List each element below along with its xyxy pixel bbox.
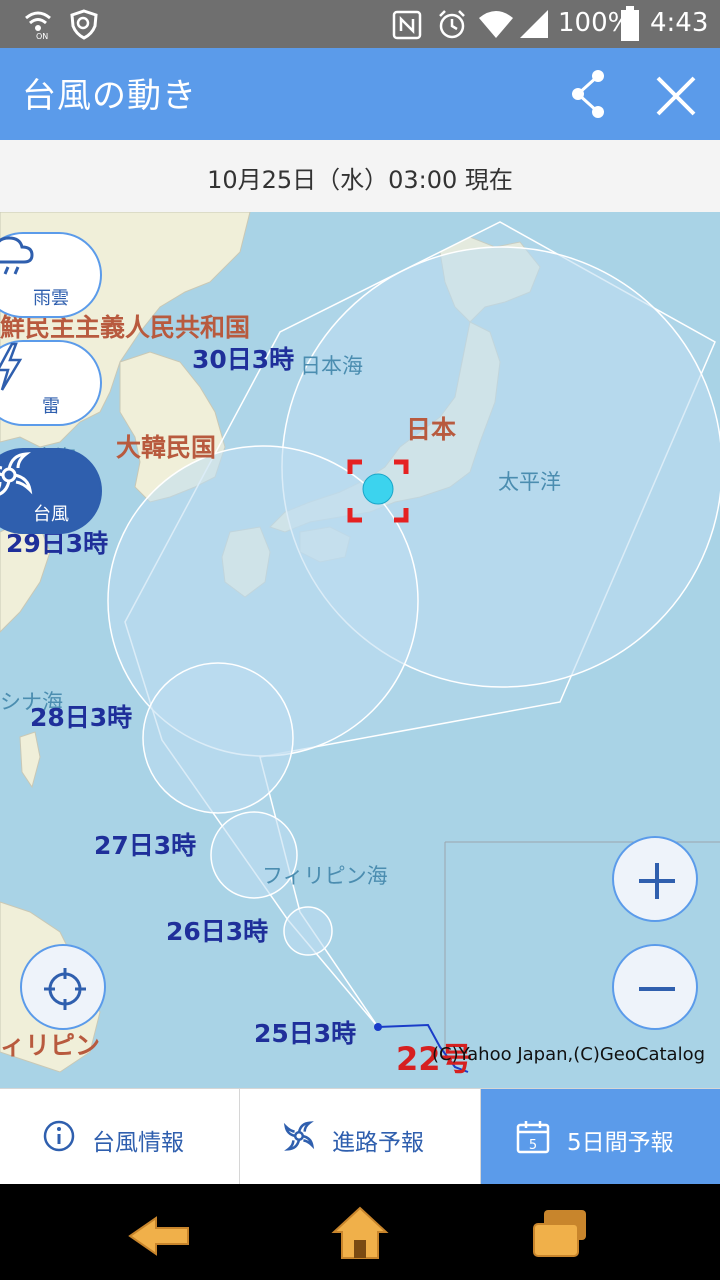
land-taiwan: [19, 731, 41, 789]
time-label-28: 28日3時: [30, 703, 133, 732]
layer-lightning-button[interactable]: 雷: [0, 340, 102, 426]
layer-rain-button[interactable]: 雨雲: [0, 232, 102, 318]
label-south-korea: 大韓民国: [116, 433, 217, 462]
layer-rain-label: 雨雲: [33, 288, 69, 309]
lightning-icon: [0, 342, 23, 391]
locate-button[interactable]: [20, 944, 106, 1030]
time-bar: 10月25日（水）03:00 現在: [0, 140, 720, 213]
minus-icon: [639, 987, 675, 991]
tab-typhoon-info-label: 台風情報: [92, 1130, 184, 1156]
app-header: 台風の動き: [0, 48, 720, 140]
nfc-icon: [392, 10, 422, 40]
alarm-icon: [439, 10, 465, 39]
current-time-text: 10月25日（水）03:00 現在: [207, 166, 513, 194]
map-copyright: (C)Yahoo Japan,(C)GeoCatalog: [432, 1044, 706, 1065]
zoom-in-button[interactable]: [612, 836, 698, 922]
wifi-calling-on-icon: ON: [25, 11, 51, 40]
back-icon[interactable]: [128, 1214, 192, 1258]
clock: 4:43: [650, 8, 709, 38]
zoom-out-button[interactable]: [612, 944, 698, 1030]
label-sea-of-japan: 日本海: [300, 354, 363, 378]
home-icon[interactable]: [330, 1202, 390, 1262]
forecast-circle-26: [283, 906, 333, 956]
calendar-day: 5: [529, 1138, 537, 1153]
calendar-icon: 5: [516, 1121, 550, 1154]
close-icon[interactable]: [654, 74, 698, 118]
typhoon-map[interactable]: 鮮民主主義人民共和国 大韓民国 日本 日本海 太平洋 フィリピン海 シナ海 東海…: [0, 212, 720, 1088]
typhoon-icon: [283, 1121, 315, 1151]
typhoon-icon: [0, 452, 33, 496]
page-title: 台風の動き: [22, 76, 197, 116]
svg-text:ON: ON: [36, 32, 48, 40]
plus-icon: [639, 863, 675, 899]
status-bar: ON 100% 4:43: [0, 0, 720, 48]
layer-lightning-label: 雷: [42, 396, 60, 417]
label-philippine-sea: フィリピン海: [262, 864, 388, 888]
layer-typhoon-button[interactable]: 台風: [0, 448, 102, 534]
tab-track-forecast-label: 進路予報: [332, 1130, 424, 1156]
tab-track-forecast[interactable]: 進路予報: [240, 1089, 481, 1185]
forecast-circle-28: [142, 662, 294, 814]
signal-icon: [520, 10, 548, 38]
tab-5day-forecast[interactable]: 5 5日間予報: [481, 1089, 720, 1185]
time-label-25: 25日3時: [254, 1019, 357, 1048]
tab-5day-forecast-label: 5日間予報: [567, 1130, 674, 1156]
bottom-tabs: 台風情報 進路予報 5 5日間予報: [0, 1088, 720, 1185]
battery-icon: [621, 6, 639, 41]
time-label-26: 26日3時: [166, 917, 269, 946]
time-label-30: 30日3時: [192, 345, 295, 374]
shield-icon: [70, 9, 98, 40]
info-icon: [43, 1120, 75, 1152]
navigation-bar: [0, 1184, 720, 1280]
label-japan: 日本: [406, 415, 457, 444]
tab-typhoon-info[interactable]: 台風情報: [0, 1089, 240, 1185]
layer-typhoon-label: 台風: [33, 504, 69, 525]
crosshair-icon: [44, 968, 86, 1010]
wifi-icon: [479, 11, 513, 38]
label-pacific-ocean: 太平洋: [498, 470, 561, 494]
rain-cloud-icon: [0, 236, 34, 275]
recent-apps-icon[interactable]: [530, 1208, 590, 1260]
time-label-27: 27日3時: [94, 831, 197, 860]
share-icon[interactable]: [566, 68, 612, 120]
